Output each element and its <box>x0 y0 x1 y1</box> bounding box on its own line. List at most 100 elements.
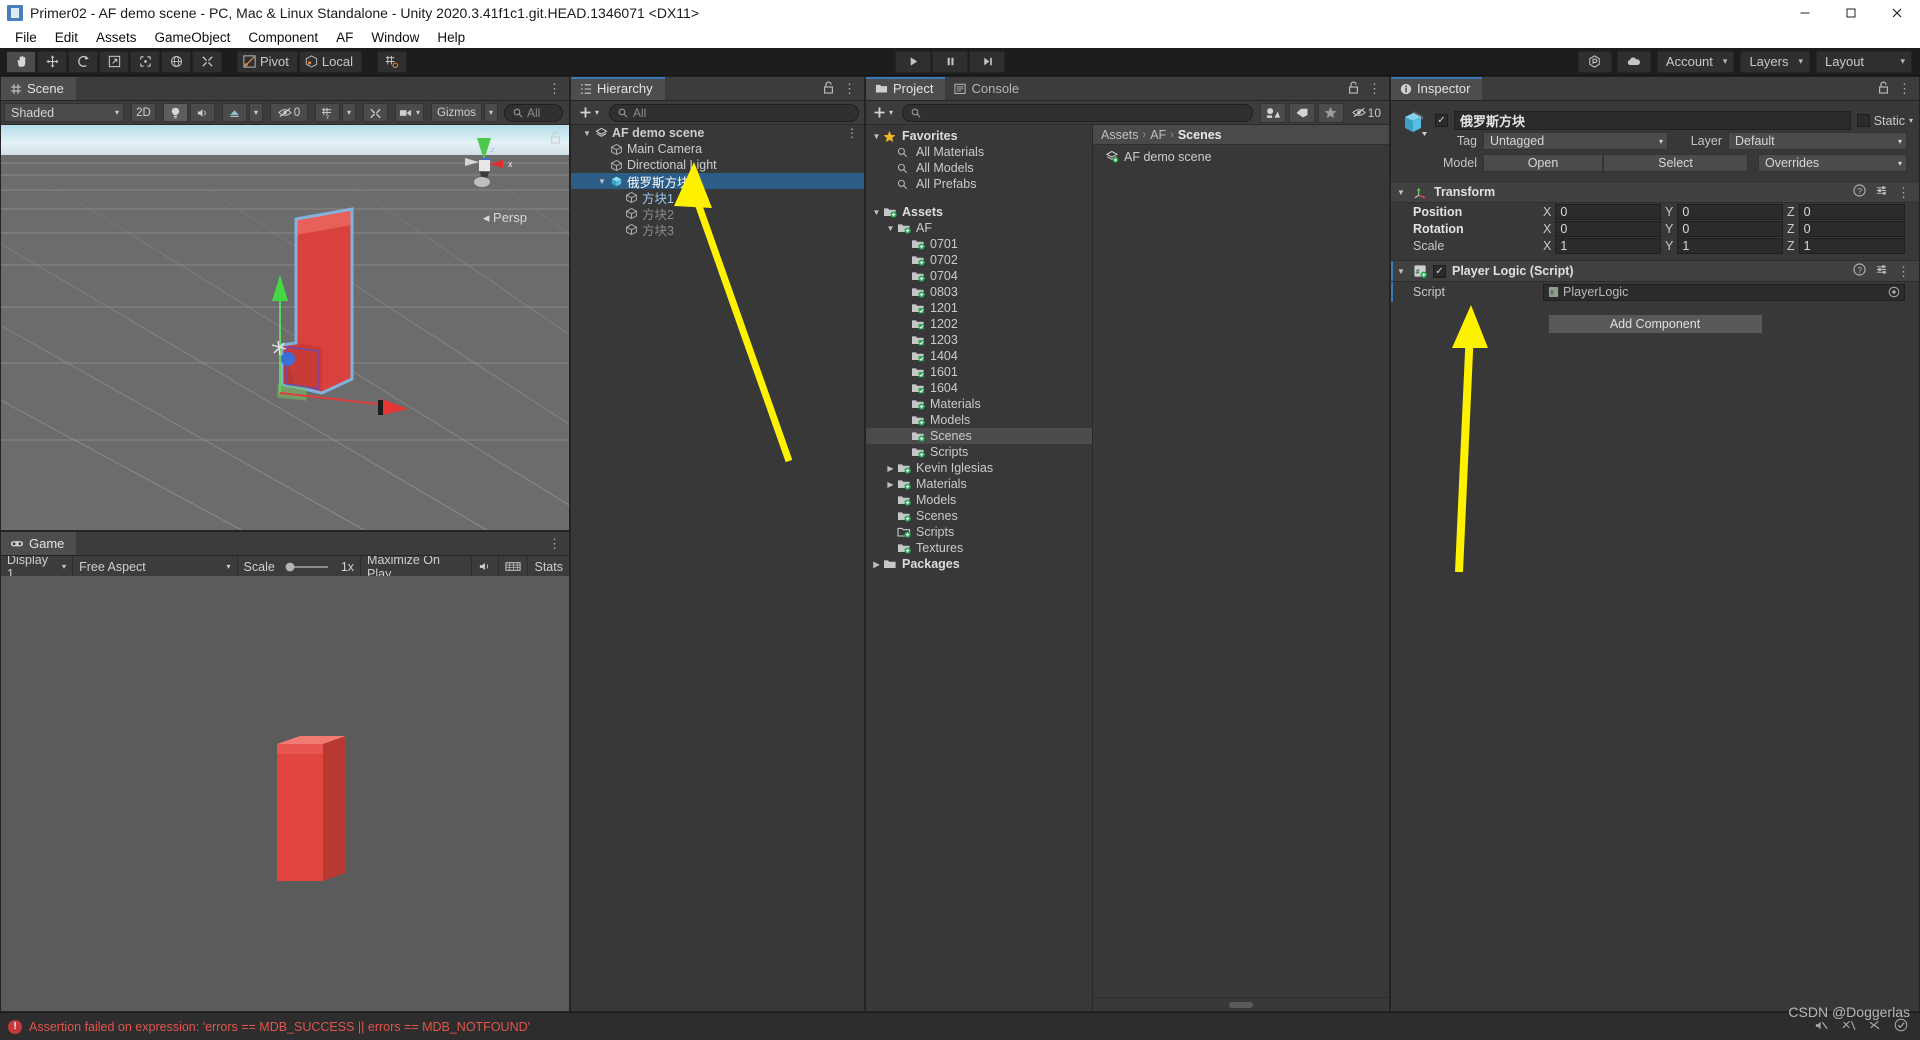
speaker-icon[interactable] <box>190 103 215 122</box>
fx-icon[interactable] <box>222 103 247 122</box>
project-add-button[interactable]: ▾ <box>870 106 896 119</box>
ready-check-icon[interactable] <box>1894 1018 1908 1035</box>
shading-mode-dropdown[interactable]: Shaded ▾ <box>4 103 124 122</box>
project-tree-item[interactable]: All Models <box>866 160 1092 176</box>
breadcrumb-segment[interactable]: Scenes <box>1178 128 1222 142</box>
grid-snap-icon[interactable] <box>376 50 407 73</box>
hierarchy-add-button[interactable]: ▾ <box>576 106 602 119</box>
kebab-menu-icon[interactable]: ⋮ <box>548 537 561 550</box>
chevron-right-icon[interactable]: ▶ <box>870 560 883 569</box>
hand-tool-button[interactable] <box>6 50 36 73</box>
pivot-mode-button[interactable]: Pivot <box>237 50 298 73</box>
static-checkbox[interactable] <box>1856 114 1870 127</box>
project-tree-item[interactable]: ▶ Kevin Iglesias <box>866 460 1092 476</box>
project-tree-item[interactable]: 0803 <box>866 284 1092 300</box>
status-bar[interactable]: ! Assertion failed on expression: 'error… <box>0 1012 1920 1040</box>
hierarchy-item[interactable]: 方块1 <box>571 189 864 206</box>
axis-input-z[interactable]: 0 <box>1798 220 1905 237</box>
scene-orientation-gizmo[interactable]: y x z <box>451 130 517 198</box>
project-hidden-count[interactable]: 10 <box>1346 106 1385 120</box>
hierarchy-item[interactable]: ▼ 俄罗斯方块 <box>571 173 864 190</box>
lock-open-icon[interactable] <box>823 81 834 97</box>
layout-dropdown[interactable]: Layout ▾ <box>1816 50 1912 73</box>
project-tree-item[interactable]: Scenes <box>866 508 1092 524</box>
component-tools-icon[interactable] <box>363 103 388 122</box>
project-tree-item[interactable]: ▼ Assets <box>866 204 1092 220</box>
kebab-menu-icon[interactable]: ⋮ <box>846 126 858 140</box>
hierarchy-item[interactable]: 方块2 <box>571 205 864 222</box>
kebab-menu-icon[interactable]: ⋮ <box>1897 186 1910 199</box>
component-header-player-logic[interactable]: ▼ # ✓ Player Logic (Script) ? ⋮ <box>1391 260 1919 282</box>
project-tree-item[interactable]: 1202 <box>866 316 1092 332</box>
scene-visibility-toggle[interactable]: 0 <box>270 103 308 122</box>
axis-input-y[interactable]: 0 <box>1677 220 1783 237</box>
tab-inspector[interactable]: Inspector <box>1391 77 1483 100</box>
custom-tool-button[interactable] <box>192 50 222 73</box>
move-tool-button[interactable] <box>37 50 67 73</box>
prefab-icon[interactable] <box>1399 107 1431 139</box>
static-group[interactable]: Static ▾ <box>1856 114 1913 128</box>
breadcrumb-segment[interactable]: Assets <box>1101 128 1139 142</box>
pause-button[interactable] <box>932 50 968 73</box>
notification-icon[interactable] <box>1868 1019 1882 1035</box>
chevron-down-icon[interactable]: ▼ <box>884 224 897 233</box>
filter-by-label-icon[interactable] <box>1288 102 1315 123</box>
layers-dropdown[interactable]: Layers ▾ <box>1740 50 1810 73</box>
kebab-menu-icon[interactable]: ⋮ <box>1368 82 1381 95</box>
mute-audio-icon[interactable] <box>472 555 500 578</box>
game-viewport[interactable] <box>1 576 569 1011</box>
project-tree-item[interactable]: ▼ Favorites <box>866 128 1092 144</box>
preset-icon[interactable] <box>1875 184 1888 200</box>
hierarchy-item[interactable]: Main Camera <box>571 141 864 157</box>
project-tree-item[interactable]: ▶ Packages <box>866 556 1092 572</box>
scene-lock-icon[interactable] <box>550 131 561 147</box>
menu-gameobject[interactable]: GameObject <box>146 29 240 46</box>
hierarchy-item[interactable]: 方块3 <box>571 221 864 238</box>
project-tree-item[interactable]: Textures <box>866 540 1092 556</box>
stats-button[interactable]: Stats <box>528 556 569 578</box>
chevron-down-icon[interactable]: ▼ <box>870 132 883 141</box>
project-asset-list[interactable]: AF demo scene <box>1093 145 1389 997</box>
step-button[interactable] <box>969 50 1005 73</box>
chevron-down-icon[interactable]: ▼ <box>596 177 608 186</box>
menu-help[interactable]: Help <box>428 29 474 46</box>
project-tree-item[interactable]: Materials <box>866 396 1092 412</box>
axis-input-y[interactable]: 0 <box>1677 203 1783 220</box>
object-enabled-checkbox[interactable]: ✓ <box>1435 114 1448 127</box>
local-mode-button[interactable]: Local <box>298 50 362 73</box>
select-button[interactable]: Select <box>1603 154 1748 172</box>
aspect-dropdown[interactable]: Free Aspect ▾ <box>73 555 238 578</box>
hierarchy-item[interactable]: ▼ AF demo scene ⋮ <box>571 125 864 141</box>
scroll-track[interactable] <box>1097 1001 1385 1008</box>
menu-assets[interactable]: Assets <box>87 29 146 46</box>
rotate-tool-button[interactable] <box>68 50 98 73</box>
game-gizmos-icon[interactable] <box>499 555 529 578</box>
help-icon[interactable]: ? <box>1853 263 1866 279</box>
preset-icon[interactable] <box>1875 263 1888 279</box>
open-button[interactable]: Open <box>1483 154 1603 172</box>
axis-input-x[interactable]: 1 <box>1555 237 1661 254</box>
menu-af[interactable]: AF <box>327 29 362 46</box>
gizmos-button[interactable]: Gizmos <box>431 103 482 122</box>
gizmos-dropdown[interactable]: ▾ <box>484 103 498 122</box>
scene-search-input[interactable]: All <box>504 103 563 122</box>
collab-status-icon[interactable] <box>1841 1019 1856 1035</box>
lock-open-icon[interactable] <box>1878 81 1889 97</box>
component-header-transform[interactable]: ▼ Transform ? ⋮ <box>1391 181 1919 203</box>
breadcrumb-segment[interactable]: AF <box>1150 128 1166 142</box>
cloud-icon[interactable] <box>1616 50 1651 73</box>
tab-project[interactable]: Project <box>866 77 946 100</box>
overrides-dropdown[interactable]: Overrides ▾ <box>1758 154 1907 172</box>
hierarchy-tree[interactable]: ▼ AF demo scene ⋮ Main Camera Directional Li… <box>571 125 864 1011</box>
fx-dropdown[interactable]: ▾ <box>249 103 263 122</box>
project-tree-item[interactable]: Scripts <box>866 524 1092 540</box>
scene-camera-icon[interactable]: ▾ <box>395 103 425 122</box>
play-button[interactable] <box>895 50 931 73</box>
project-tree-item[interactable]: ▶ Materials <box>866 476 1092 492</box>
project-tree-item[interactable]: Scripts <box>866 444 1092 460</box>
menu-window[interactable]: Window <box>362 29 428 46</box>
menu-edit[interactable]: Edit <box>46 29 87 46</box>
mute-toggle-icon[interactable] <box>1814 1019 1829 1035</box>
help-icon[interactable]: ? <box>1853 184 1866 200</box>
filter-by-type-icon[interactable] <box>1259 102 1286 123</box>
